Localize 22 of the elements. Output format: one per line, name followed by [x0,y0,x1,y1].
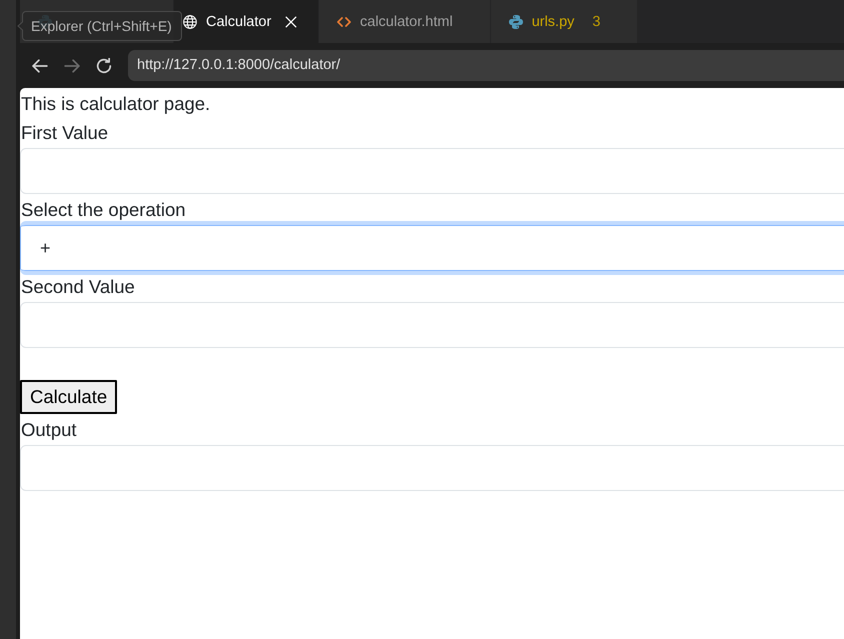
input-field[interactable] [20,148,844,194]
field-label: Output [20,418,77,442]
back-arrow-icon[interactable] [32,58,48,74]
select-field[interactable]: + [20,221,844,275]
field-label: Select the operation [20,198,186,222]
code-brackets-icon [337,14,351,28]
tooltip: Explorer (Ctrl+Shift+E) [17,11,182,41]
calculate-button[interactable]: Calculate [20,380,118,414]
editor-tab[interactable]: calculator.html [319,0,491,43]
output-field[interactable] [20,445,844,491]
field-label: Second Value [20,275,135,299]
close-icon[interactable] [285,16,298,28]
editor-tab[interactable]: Calculator [174,0,319,43]
reload-icon[interactable] [96,58,112,74]
field-label: First Value [20,121,108,145]
problem-count: 3 [592,14,600,30]
editor-tab[interactable]: urls.py 3 [490,0,638,43]
address-bar[interactable]: http://127.0.0.1:8000/calculator/ [128,50,844,81]
globe-icon [183,14,197,28]
input-field[interactable] [20,302,844,348]
python-icon [508,14,523,28]
page-text: This is calculator page. [20,92,210,116]
